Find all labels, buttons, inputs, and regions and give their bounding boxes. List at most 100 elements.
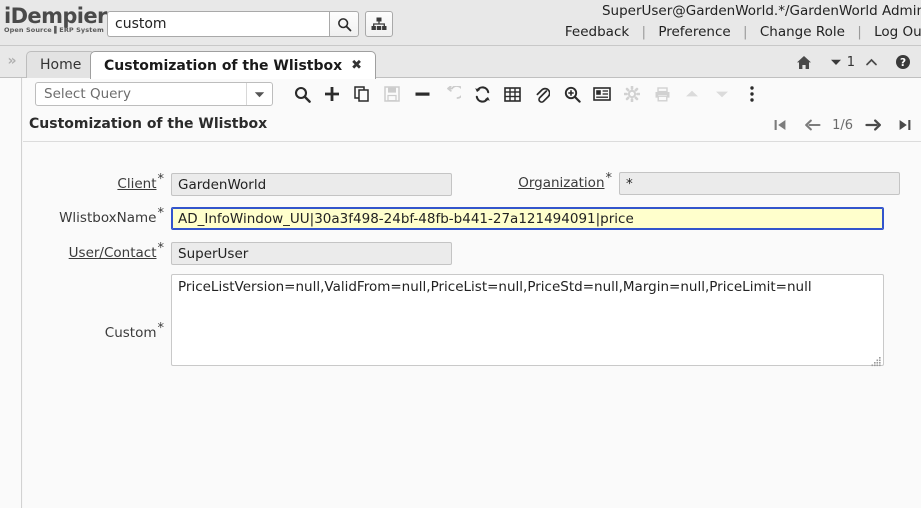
tab-home-label: Home bbox=[40, 57, 82, 73]
record-position: 1/6 bbox=[832, 117, 853, 133]
field-wlistbox-name-input[interactable] bbox=[171, 207, 884, 230]
field-custom-textarea[interactable]: PriceListVersion=null,ValidFrom=null,Pri… bbox=[171, 274, 884, 366]
field-wlistbox-name-label: WlistboxName* bbox=[23, 207, 171, 229]
detail-record-icon bbox=[716, 91, 728, 98]
delete-icon bbox=[415, 92, 429, 96]
feedback-link[interactable]: Feedback bbox=[565, 24, 629, 40]
collapse-up-icon bbox=[865, 58, 877, 65]
field-custom-required-mark: * bbox=[157, 320, 165, 336]
print-button[interactable] bbox=[647, 81, 677, 107]
menu-tree-button[interactable] bbox=[365, 11, 393, 37]
find-button[interactable] bbox=[287, 81, 317, 107]
tab-active-label: Customization of the Wlistbox bbox=[104, 57, 343, 74]
home-button[interactable] bbox=[788, 50, 820, 74]
tab-bar: » Home Customization of the Wlistbox ✖ 1 bbox=[0, 46, 921, 79]
select-query-arrow[interactable] bbox=[246, 83, 272, 105]
field-organization-input[interactable] bbox=[619, 172, 900, 195]
tab-close-icon[interactable]: ✖ bbox=[351, 59, 362, 72]
delete-button[interactable] bbox=[407, 81, 437, 107]
help-button[interactable]: ? bbox=[887, 50, 919, 74]
refresh-button[interactable] bbox=[467, 81, 497, 107]
more-menu-icon bbox=[750, 86, 754, 102]
change-role-link[interactable]: Change Role bbox=[760, 24, 845, 40]
header-links: Feedback | Preference | Change Role | Lo… bbox=[565, 24, 921, 40]
open-window-count: 1 bbox=[846, 54, 855, 70]
last-record-button[interactable] bbox=[889, 113, 921, 137]
select-query-dropdown[interactable]: Select Query bbox=[35, 82, 273, 106]
field-wlistbox-name: WlistboxName* bbox=[23, 207, 884, 230]
record-info-button[interactable] bbox=[587, 81, 617, 107]
field-organization-label: Organization* bbox=[453, 172, 619, 194]
sidebar-expand-icon[interactable]: » bbox=[4, 52, 20, 70]
field-client-label-text[interactable]: Client bbox=[117, 176, 156, 192]
collapsed-sidebar[interactable] bbox=[0, 78, 22, 508]
attachment-button[interactable] bbox=[527, 81, 557, 107]
first-record-icon bbox=[774, 120, 786, 130]
next-record-icon bbox=[864, 119, 881, 131]
field-organization-required-mark: * bbox=[605, 170, 613, 186]
copy-icon bbox=[354, 86, 369, 102]
user-context-text: SuperUser@GardenWorld.*/GardenWorld Admi… bbox=[601, 3, 921, 19]
page-title: Customization of the Wlistbox bbox=[29, 116, 268, 132]
zoom-icon bbox=[564, 86, 581, 103]
field-user-contact-label-text[interactable]: User/Contact bbox=[69, 245, 157, 261]
chevron-down-icon bbox=[830, 59, 841, 65]
copy-record-button[interactable] bbox=[347, 81, 377, 107]
print-icon bbox=[655, 86, 669, 101]
tab-home[interactable]: Home bbox=[26, 51, 96, 78]
detail-record-button[interactable] bbox=[707, 81, 737, 107]
logo-tagline-text: Open Source ▌ERP System bbox=[4, 26, 104, 34]
grid-toggle-icon bbox=[503, 86, 521, 102]
field-wlistbox-name-required-mark: * bbox=[157, 205, 165, 221]
app-header: iDempiere Open Source ▌ERP System SuperU… bbox=[0, 0, 921, 46]
logo-primary-text: iDempiere bbox=[4, 4, 121, 28]
parent-record-button[interactable] bbox=[677, 81, 707, 107]
first-record-button[interactable] bbox=[764, 113, 796, 137]
settings-button[interactable] bbox=[617, 81, 647, 107]
field-client: Client* bbox=[23, 173, 452, 196]
logout-link[interactable]: Log Out bbox=[874, 24, 921, 40]
select-query-value: Select Query bbox=[44, 86, 131, 102]
field-custom-label: Custom* bbox=[23, 274, 171, 344]
field-client-input[interactable] bbox=[171, 173, 452, 196]
last-record-icon bbox=[899, 120, 911, 130]
search-input[interactable] bbox=[107, 11, 329, 37]
record-form: Client* Organization* WlistboxName* bbox=[23, 142, 921, 508]
refresh-icon bbox=[474, 85, 490, 103]
undo-icon bbox=[446, 86, 461, 99]
field-user-contact-label: User/Contact* bbox=[23, 242, 171, 264]
field-user-contact: User/Contact* bbox=[23, 242, 452, 265]
application-root: iDempiere Open Source ▌ERP System SuperU… bbox=[0, 0, 921, 508]
search-button[interactable] bbox=[329, 11, 359, 37]
search-icon bbox=[294, 86, 311, 103]
new-record-button[interactable] bbox=[317, 81, 347, 107]
record-info-icon bbox=[593, 87, 611, 101]
link-separator-2: | bbox=[743, 24, 748, 40]
preference-link[interactable]: Preference bbox=[658, 24, 730, 40]
field-custom-label-text: Custom bbox=[104, 325, 157, 341]
field-user-contact-required-mark: * bbox=[157, 240, 165, 256]
field-client-required-mark: * bbox=[157, 171, 165, 187]
next-record-button[interactable] bbox=[857, 113, 889, 137]
save-icon bbox=[384, 86, 400, 102]
field-organization-label-text[interactable]: Organization bbox=[518, 175, 604, 191]
sitemap-icon bbox=[371, 17, 387, 30]
record-navigation: 1/6 bbox=[764, 113, 921, 137]
undo-button[interactable] bbox=[437, 81, 467, 107]
save-button[interactable] bbox=[377, 81, 407, 107]
collapse-toolbar-button[interactable] bbox=[855, 50, 887, 74]
global-search bbox=[107, 11, 359, 37]
previous-record-button[interactable] bbox=[796, 113, 828, 137]
zoom-across-button[interactable] bbox=[557, 81, 587, 107]
field-user-contact-input[interactable] bbox=[171, 242, 452, 265]
toggle-grid-button[interactable] bbox=[497, 81, 527, 107]
link-separator-1: | bbox=[641, 24, 647, 40]
svg-text:?: ? bbox=[900, 57, 906, 69]
tab-customization-of-the-wlistbox[interactable]: Customization of the Wlistbox ✖ bbox=[90, 51, 377, 79]
previous-record-icon bbox=[804, 119, 821, 131]
help-icon: ? bbox=[896, 55, 910, 69]
field-custom: Custom* PriceListVersion=null,ValidFrom=… bbox=[23, 274, 884, 370]
more-menu-button[interactable] bbox=[737, 81, 767, 107]
settings-icon bbox=[624, 86, 640, 102]
field-client-label: Client* bbox=[23, 173, 171, 195]
